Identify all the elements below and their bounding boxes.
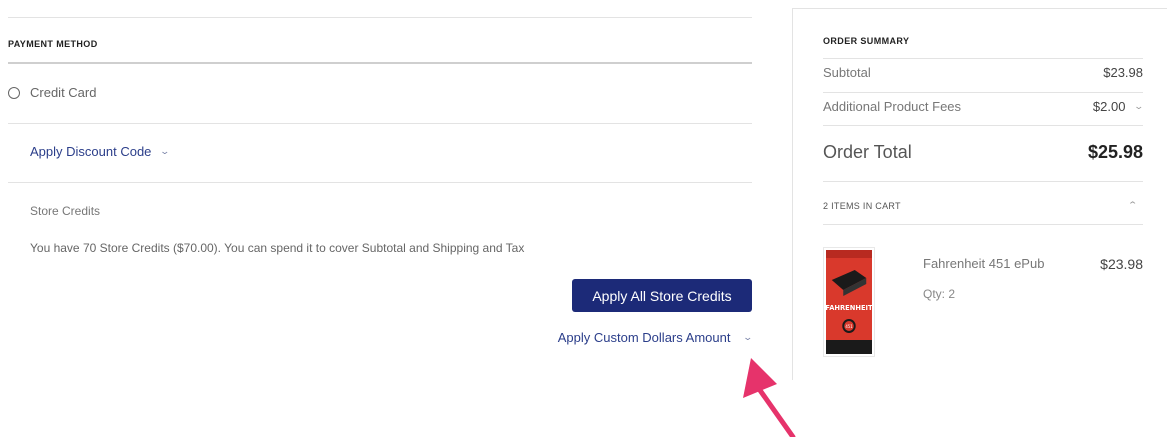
cart-items-toggle[interactable]: 2 ITEMS IN CART ⌃ xyxy=(823,200,1143,211)
cover-title: FAHRENHEIT xyxy=(826,304,872,312)
chevron-up-icon: ⌃ xyxy=(1127,200,1139,210)
divider xyxy=(823,224,1143,225)
subtotal-row: Subtotal $23.98 xyxy=(823,65,1143,80)
order-summary-title: ORDER SUMMARY xyxy=(823,36,910,46)
divider xyxy=(8,182,752,183)
book-cover-image: FAHRENHEIT 451 xyxy=(823,247,875,357)
cart-item-price: $23.98 xyxy=(1100,256,1143,272)
chevron-down-icon: ⌄ xyxy=(742,332,754,342)
credit-card-label: Credit Card xyxy=(30,85,97,100)
payment-section: PAYMENT METHOD Credit Card Apply Discoun… xyxy=(8,0,754,437)
apply-custom-dollars-amount-label: Apply Custom Dollars Amount xyxy=(557,330,731,345)
additional-fees-amount: $2.00 xyxy=(1092,99,1126,114)
divider xyxy=(823,125,1143,126)
divider xyxy=(8,123,752,124)
additional-fees-label: Additional Product Fees xyxy=(823,99,962,114)
subtotal-value: $23.98 xyxy=(1103,65,1143,80)
order-total-value: $25.98 xyxy=(1087,142,1143,162)
subtotal-label: Subtotal xyxy=(823,65,871,80)
apply-custom-dollars-amount-toggle[interactable]: Apply Custom Dollars Amount ⌄ xyxy=(557,330,754,345)
store-credits-title: Store Credits xyxy=(30,204,101,218)
chevron-down-icon: ⌄ xyxy=(159,146,171,156)
cart-item-qty: Qty: 2 xyxy=(923,287,956,301)
apply-discount-code-label: Apply Discount Code xyxy=(30,144,152,159)
store-credits-info: You have 70 Store Credits ($70.00). You … xyxy=(30,241,525,255)
divider xyxy=(823,58,1143,59)
cover-number: 451 xyxy=(845,324,853,329)
divider xyxy=(8,62,752,64)
apply-all-store-credits-button[interactable]: Apply All Store Credits xyxy=(572,279,752,312)
payment-method-title: PAYMENT METHOD xyxy=(8,39,98,49)
divider xyxy=(8,17,752,18)
additional-fees-row[interactable]: Additional Product Fees $2.00 ⌄ xyxy=(823,99,1145,114)
apply-discount-code-toggle[interactable]: Apply Discount Code ⌄ xyxy=(30,144,171,159)
chevron-down-icon: ⌄ xyxy=(1133,101,1145,111)
order-total-row: Order Total $25.98 xyxy=(823,142,1143,163)
cart-item: FAHRENHEIT 451 Fahrenheit 451 ePub Qty: … xyxy=(823,247,1143,357)
order-total-label: Order Total xyxy=(823,142,912,162)
order-summary-panel: ORDER SUMMARY Subtotal $23.98 Additional… xyxy=(792,8,1167,380)
cart-items-heading: 2 ITEMS IN CART xyxy=(823,200,901,211)
additional-fees-value[interactable]: $2.00 ⌄ xyxy=(1092,99,1145,114)
divider xyxy=(823,181,1143,182)
checkout-page: PAYMENT METHOD Credit Card Apply Discoun… xyxy=(0,0,1167,437)
divider xyxy=(823,92,1143,93)
credit-card-radio[interactable] xyxy=(8,86,20,99)
cart-item-name[interactable]: Fahrenheit 451 ePub xyxy=(923,256,1044,271)
credit-card-option[interactable]: Credit Card xyxy=(8,85,96,100)
